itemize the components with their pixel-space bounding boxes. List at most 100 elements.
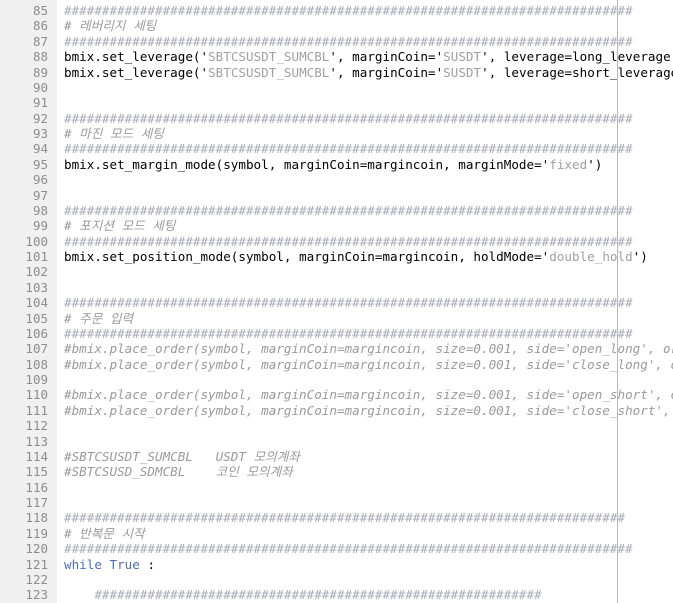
code-line[interactable] (64, 434, 673, 449)
line-number: 110 (25, 387, 48, 403)
line-number: 111 (25, 402, 48, 418)
code-line[interactable]: ########################################… (64, 587, 673, 602)
line-number: 99 (32, 218, 48, 234)
code-line[interactable] (64, 188, 673, 203)
code-token-comment: # 반복문 시작 (64, 525, 145, 541)
code-token-comment: #SBTCSUSDT_SUMCBL USDT 모의계좌 (64, 448, 300, 464)
code-token-hash: ########################################… (64, 141, 633, 157)
code-token-hash: ########################################… (64, 541, 633, 557)
code-line[interactable]: #bmix.place_order(symbol, marginCoin=mar… (64, 387, 673, 402)
code-token-plain: bmix.set_position_mode(symbol, marginCoi… (64, 249, 542, 264)
line-number: 92 (32, 110, 48, 126)
code-line[interactable]: #bmix.place_order(symbol, marginCoin=mar… (64, 403, 673, 418)
code-line[interactable]: #SBTCSUSD_SDMCBL 코인 모의계좌 (64, 464, 673, 479)
code-token-string: SUSDT (443, 64, 482, 80)
code-line[interactable] (64, 495, 673, 510)
code-line[interactable]: bmix.set_leverage('SBTCSUSDT_SUMCBL', ma… (64, 65, 673, 80)
line-number: 94 (32, 141, 48, 157)
line-number: 104 (25, 295, 48, 311)
code-line[interactable]: bmix.set_margin_mode(symbol, marginCoin=… (64, 157, 673, 172)
code-token-plain: bmix.set_margin_mode(symbol, marginCoin=… (64, 156, 542, 172)
code-token-plain: bmix.set_leverage( (64, 49, 201, 65)
code-line[interactable]: ########################################… (64, 510, 673, 525)
code-line[interactable]: # 레버리지 세팅 (64, 18, 673, 33)
code-line[interactable]: # 포지션 모드 세팅 (64, 218, 673, 233)
line-number: 86 (32, 18, 48, 34)
code-token-string: SUSDT (443, 49, 482, 65)
code-token-plain: bmix.set_leverage( (64, 64, 201, 80)
code-token-kw: while (64, 556, 102, 572)
code-token-plain: : (139, 556, 156, 572)
line-number: 93 (32, 126, 48, 141)
line-number: 85 (32, 3, 48, 18)
code-line[interactable]: ########################################… (64, 3, 673, 18)
code-line[interactable] (64, 480, 673, 495)
code-line[interactable] (64, 264, 673, 279)
code-token-plain: , marginCoin= (337, 64, 436, 80)
code-token-plain: , leverage=short_leverage, hold (488, 64, 673, 80)
code-text-area[interactable]: ########################################… (64, 0, 673, 603)
code-token-comment: #bmix.place_order(symbol, marginCoin=mar… (64, 387, 673, 403)
code-token-comment: # 주문 입력 (64, 310, 134, 326)
line-number: 105 (25, 310, 48, 326)
line-number: 116 (25, 479, 48, 495)
code-line[interactable]: ########################################… (64, 234, 673, 249)
code-token-quote: ' (587, 156, 595, 172)
code-token-plain: , leverage=long_leverage, holdS (488, 49, 673, 65)
code-token-plain: ) (640, 249, 648, 264)
code-token-plain: ) (594, 156, 603, 172)
code-line[interactable] (64, 95, 673, 110)
line-number: 103 (25, 279, 48, 295)
line-number: 114 (25, 448, 48, 464)
line-number: 90 (32, 79, 48, 95)
code-token-comment: # 포지션 모드 세팅 (64, 218, 176, 234)
code-token-hash: ########################################… (64, 587, 542, 603)
code-line[interactable]: ########################################… (64, 541, 673, 556)
code-line[interactable]: # 반복문 시작 (64, 526, 673, 541)
right-margin-ruler (617, 0, 618, 603)
line-number: 100 (25, 233, 48, 249)
code-token-plain: , marginCoin= (337, 49, 436, 65)
code-line[interactable] (64, 80, 673, 95)
code-line[interactable]: ########################################… (64, 34, 673, 49)
line-number: 98 (32, 202, 48, 218)
code-line[interactable] (64, 418, 673, 433)
line-number: 122 (25, 571, 48, 587)
code-line[interactable] (64, 172, 673, 187)
line-number: 115 (25, 464, 48, 480)
code-token-quote: ' (481, 49, 489, 65)
code-token-quote: ' (200, 64, 209, 80)
code-line[interactable] (64, 572, 673, 587)
code-line[interactable] (64, 280, 673, 295)
line-number: 118 (25, 510, 48, 526)
code-line[interactable]: ########################################… (64, 295, 673, 310)
line-number: 106 (25, 325, 48, 341)
line-number: 109 (25, 372, 48, 387)
code-line[interactable]: ########################################… (64, 141, 673, 156)
code-token-comment: #bmix.place_order(symbol, marginCoin=mar… (64, 356, 673, 372)
line-number: 95 (32, 156, 48, 172)
line-number: 101 (25, 249, 48, 264)
code-line[interactable] (64, 372, 673, 387)
code-token-comment: #bmix.place_order(symbol, marginCoin=mar… (64, 341, 673, 357)
code-editor-pane[interactable]: 85 86 87 88 89 90 91 92 93 94 95 96 97 98 99 100 101 102 1… (0, 0, 673, 603)
code-line[interactable]: #bmix.place_order(symbol, marginCoin=mar… (64, 357, 673, 372)
line-number: 120 (25, 541, 48, 557)
code-token-hash: ########################################… (64, 110, 633, 126)
code-token-string: SBTCSUSDT_SUMCBL (208, 49, 330, 65)
line-number: 87 (32, 33, 48, 49)
line-number: 117 (25, 495, 48, 510)
code-line[interactable]: ########################################… (64, 326, 673, 341)
code-line[interactable]: bmix.set_leverage('SBTCSUSDT_SUMCBL', ma… (64, 49, 673, 64)
code-line[interactable]: ########################################… (64, 203, 673, 218)
code-token-string: fixed (549, 156, 588, 172)
code-line[interactable]: bmix.set_position_mode(symbol, marginCoi… (64, 249, 673, 264)
code-line[interactable]: ########################################… (64, 111, 673, 126)
code-line[interactable]: while True : (64, 557, 673, 572)
code-line[interactable]: # 마진 모드 세팅 (64, 126, 673, 141)
code-line[interactable]: #SBTCSUSDT_SUMCBL USDT 모의계좌 (64, 449, 673, 464)
line-number: 108 (25, 356, 48, 372)
code-line[interactable]: # 주문 입력 (64, 311, 673, 326)
code-line[interactable]: #bmix.place_order(symbol, marginCoin=mar… (64, 341, 673, 356)
